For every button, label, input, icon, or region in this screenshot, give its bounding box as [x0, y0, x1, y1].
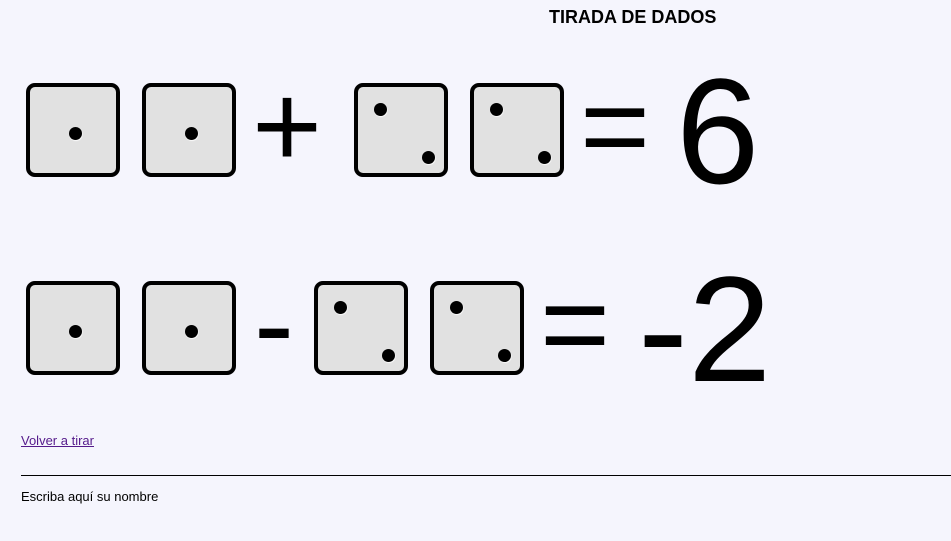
die-4-face-two [430, 281, 524, 375]
page-title: TIRADA DE DADOS [549, 7, 717, 27]
equals-sign: = [580, 59, 651, 193]
equals-sign: = [540, 257, 611, 391]
die-pip [498, 349, 511, 362]
die-pip [422, 151, 435, 164]
result-value: 6 [676, 47, 760, 215]
die-pip [69, 127, 82, 140]
die-1-face-one [26, 83, 120, 177]
die-2-face-one [142, 83, 236, 177]
die-pip [538, 151, 551, 164]
die-pip [185, 127, 198, 140]
reroll-link[interactable]: Volver a tirar [21, 433, 94, 448]
die-pip [334, 301, 347, 314]
die-pip [185, 325, 198, 338]
result-value: -2 [638, 245, 772, 413]
die-pip [69, 325, 82, 338]
die-4-face-two [470, 83, 564, 177]
die-pip [374, 103, 387, 116]
minus-operator: - [254, 257, 294, 391]
die-pip [490, 103, 503, 116]
die-pip [382, 349, 395, 362]
die-2-face-one [142, 281, 236, 375]
name-label: Escriba aquí su nombre [21, 489, 159, 504]
divider [21, 475, 951, 476]
die-1-face-one [26, 281, 120, 375]
die-3-face-two [354, 83, 448, 177]
die-pip [450, 301, 463, 314]
die-3-face-two [314, 281, 408, 375]
plus-operator: + [252, 59, 323, 193]
